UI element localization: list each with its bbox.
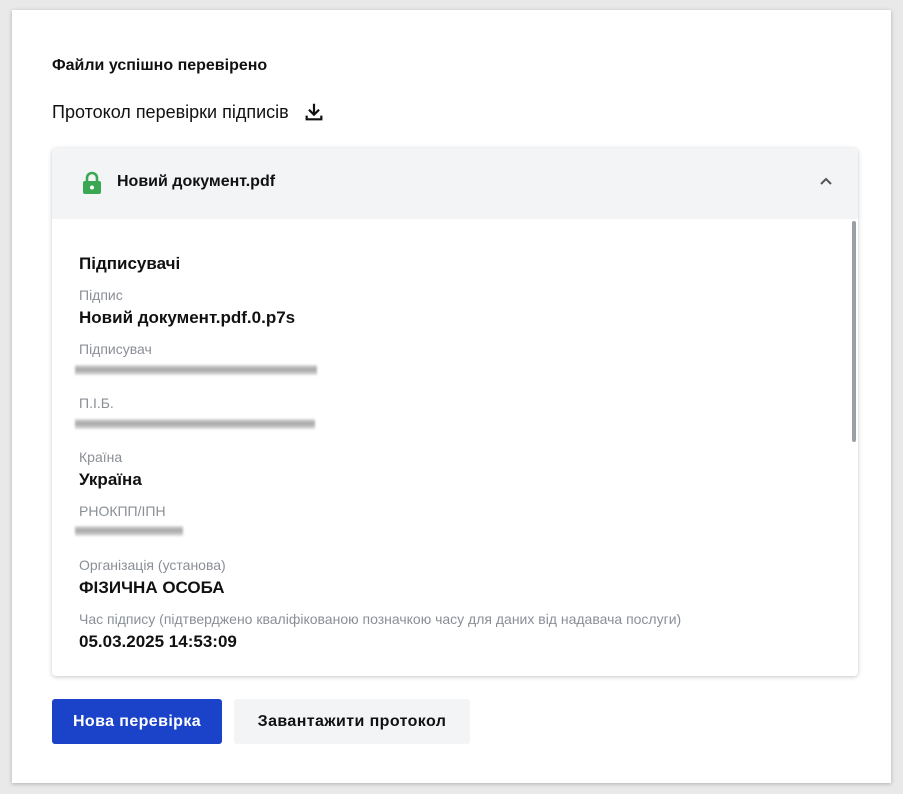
result-card: Файли успішно перевірено Протокол переві… bbox=[12, 10, 891, 783]
tax-id-label: РНОКПП/ІПН bbox=[79, 503, 166, 519]
protocol-label: Протокол перевірки підписів bbox=[52, 101, 289, 122]
country-value: Україна bbox=[79, 470, 142, 489]
download-protocol-button[interactable]: Завантажити протокол bbox=[234, 699, 470, 744]
chevron-up-icon[interactable] bbox=[818, 173, 834, 189]
full-name-value-redacted bbox=[75, 419, 315, 429]
download-icon[interactable] bbox=[303, 101, 325, 123]
organization-label: Організація (установа) bbox=[79, 557, 226, 573]
lock-icon bbox=[81, 171, 103, 195]
organization-value: ФІЗИЧНА ОСОБА bbox=[79, 578, 225, 597]
full-name-label: П.І.Б. bbox=[79, 395, 114, 411]
document-name: Новий документ.pdf bbox=[117, 173, 276, 190]
scrollbar-thumb[interactable] bbox=[852, 221, 856, 442]
sign-time-value: 05.03.2025 14:53:09 bbox=[79, 632, 237, 651]
sign-time-label: Час підпису (підтверджено кваліфікованою… bbox=[79, 611, 682, 627]
signature-value: Новий документ.pdf.0.p7s bbox=[79, 308, 296, 327]
country-label: Країна bbox=[79, 449, 123, 465]
signer-label: Підписувач bbox=[79, 341, 152, 357]
document-panel: Новий документ.pdf Підписувачі Підпис Но… bbox=[52, 148, 858, 676]
status-title: Файли успішно перевірено bbox=[52, 57, 268, 74]
tax-id-value-redacted bbox=[75, 526, 183, 536]
protocol-download-link[interactable]: Протокол перевірки підписів bbox=[52, 101, 325, 123]
signer-value-redacted bbox=[75, 365, 317, 375]
signers-section-title: Підписувачі bbox=[79, 254, 181, 273]
signers-details[interactable]: Підписувачі Підпис Новий документ.pdf.0.… bbox=[52, 219, 858, 676]
new-check-button[interactable]: Нова перевірка bbox=[52, 699, 222, 744]
signature-label: Підпис bbox=[79, 287, 123, 303]
document-header[interactable]: Новий документ.pdf bbox=[52, 148, 858, 219]
